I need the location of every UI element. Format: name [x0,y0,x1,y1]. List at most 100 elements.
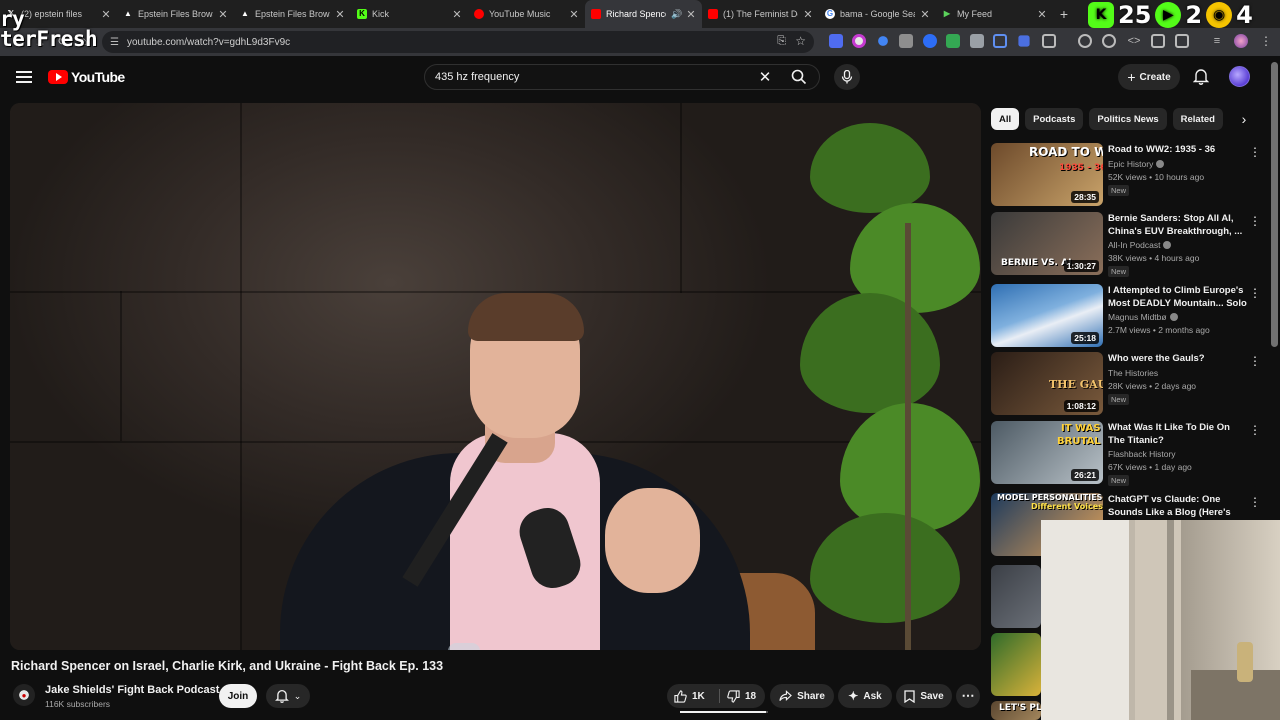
ask-button[interactable]: ✦ Ask [838,684,892,708]
dislike-button[interactable]: 18 [720,684,765,708]
site-info-icon[interactable]: ☰ [110,37,119,48]
video-thumbnail[interactable]: BERNIE VS. AI 1:30:27 [991,212,1103,275]
close-tab-icon[interactable]: ✕ [452,8,462,21]
clear-search-icon[interactable]: ✕ [751,68,779,86]
channel-name[interactable]: All-In Podcast [1108,240,1172,250]
video-title[interactable]: What Was It Like To Die On The Titanic? [1108,421,1248,447]
extension-icon[interactable] [852,34,866,48]
more-vertical-icon[interactable]: ⋮ [1249,214,1261,228]
profile-icon[interactable] [1102,34,1116,48]
browser-tab[interactable]: G bama - Google Sea ✕ [819,0,936,28]
url-bar[interactable]: ☰ youtube.com/watch?v=gdhL9d3Fv9c ⎘ ☆ [102,31,814,53]
video-thumbnail[interactable]: THE GAULS 1:08:12 [991,352,1103,415]
close-tab-icon[interactable]: ✕ [101,8,111,21]
extension-icon[interactable] [946,34,960,48]
more-vertical-icon[interactable]: ⋮ [1249,354,1261,368]
recommended-video[interactable]: THE GAULS 1:08:12 Who were the Gauls? Th… [991,352,1261,416]
recommended-video[interactable]: LET'S PL [991,701,1041,720]
close-tab-icon[interactable]: ✕ [686,8,696,21]
extension-icon[interactable] [899,34,913,48]
browser-tab[interactable]: K Kick ✕ [351,0,468,28]
install-app-icon[interactable]: ⎘ [777,35,786,48]
close-tab-icon[interactable]: ✕ [803,8,813,21]
voice-search-button[interactable] [834,64,860,90]
sidebar-icon[interactable] [1151,34,1165,48]
browser-tab[interactable]: (1) The Feminist Del ✕ [702,0,819,28]
extension-icon[interactable] [970,34,984,48]
chip-podcasts[interactable]: Podcasts [1025,108,1084,130]
browser-tab[interactable]: ▲ Epstein Files Browse ✕ [234,0,351,28]
history-icon[interactable] [1078,34,1092,48]
reading-list-icon[interactable]: ≡ [1210,34,1224,48]
bookmark-star-icon[interactable]: ☆ [795,34,806,48]
channel-name[interactable]: Magnus Midtbø [1108,312,1178,322]
browser-menu-icon[interactable]: ⋮ [1259,34,1273,48]
more-vertical-icon[interactable]: ⋮ [1249,495,1261,509]
audio-playing-icon[interactable]: 🔊 [671,9,682,20]
video-title[interactable]: I Attempted to Climb Europe's Most DEADL… [1108,284,1248,310]
browser-profile-avatar[interactable] [1234,34,1248,48]
video-thumbnail[interactable]: LET'S PL [991,701,1041,720]
video-title[interactable]: ChatGPT vs Claude: One Sounds Like a Blo… [1108,493,1248,520]
screenshot-icon[interactable] [1175,34,1189,48]
recommended-video[interactable]: ROAD TO WW2 1935 - 36 28:35 Road to WW2:… [991,143,1261,207]
browser-tab[interactable]: ▶ My Feed ✕ [936,0,1053,28]
chip-related[interactable]: Related [1172,108,1223,130]
extension-icon[interactable] [923,34,937,48]
close-tab-icon[interactable]: ✕ [218,8,228,21]
browser-tab[interactable]: ▲ Epstein Files Browse ✕ [117,0,234,28]
notifications-button[interactable] [1192,68,1210,90]
extension-icon[interactable] [1018,35,1030,47]
join-button[interactable]: Join [219,684,257,708]
recommended-video[interactable] [991,565,1041,629]
browser-tab[interactable]: YouTube Music ✕ [468,0,585,28]
close-tab-icon[interactable]: ✕ [335,8,345,21]
youtube-logo[interactable]: YouTube [48,69,125,85]
video-title[interactable]: Road to WW2: 1935 - 36 [1108,143,1248,156]
video-title[interactable]: Who were the Gauls? [1108,352,1248,365]
extensions-puzzle-icon[interactable] [1042,34,1056,48]
recommended-video[interactable]: 25:18 I Attempted to Climb Europe's Most… [991,284,1261,348]
browser-tab-active[interactable]: Richard Spence 🔊 ✕ [585,0,702,28]
channel-name[interactable]: The Histories [1108,368,1158,378]
more-vertical-icon[interactable]: ⋮ [1249,423,1261,437]
menu-icon[interactable] [16,71,32,83]
recommended-video[interactable]: BERNIE VS. AI 1:30:27 Bernie Sanders: St… [991,212,1261,277]
devtools-icon[interactable]: <> [1127,34,1141,48]
more-vertical-icon[interactable]: ⋮ [1249,286,1261,300]
channel-name[interactable]: Flashback History [1108,449,1176,459]
extension-icon[interactable] [829,34,843,48]
create-button[interactable]: + Create [1118,64,1180,90]
video-thumbnail[interactable]: 25:18 [991,284,1103,347]
video-player[interactable] [10,103,981,650]
extension-icon[interactable] [878,36,888,46]
more-vertical-icon[interactable]: ⋮ [1249,145,1261,159]
channel-avatar[interactable]: ● [13,684,35,706]
search-input[interactable]: 435 hz frequency [425,71,751,83]
user-avatar[interactable] [1229,66,1250,87]
close-tab-icon[interactable]: ✕ [569,8,579,21]
channel-name[interactable]: Epic History [1108,159,1165,169]
chip-politics-news[interactable]: Politics News [1089,108,1167,130]
save-button[interactable]: Save [896,684,952,708]
like-button[interactable]: 1K [667,684,719,708]
close-tab-icon[interactable]: ✕ [1037,8,1047,21]
video-thumbnail[interactable] [991,633,1041,696]
channel-name[interactable]: Jake Shields' Fight Back Podcast [45,684,219,696]
chips-next-button[interactable]: › [1236,111,1252,127]
video-title[interactable]: Bernie Sanders: Stop All AI, China's EUV… [1108,212,1248,238]
new-tab-button[interactable]: + [1053,0,1075,28]
share-button[interactable]: Share [770,684,834,708]
extension-icon[interactable] [993,34,1007,48]
chip-all[interactable]: All [991,108,1020,130]
recommended-video[interactable] [991,633,1041,697]
more-actions-button[interactable]: ⋯ [956,684,980,708]
video-thumbnail[interactable]: IT WAS BRUTAL 26:21 [991,421,1103,484]
search-button[interactable] [779,64,819,90]
recommended-video[interactable]: IT WAS BRUTAL 26:21 What Was It Like To … [991,421,1261,486]
sidebar-scrollbar[interactable] [1271,62,1278,347]
video-thumbnail[interactable]: ROAD TO WW2 1935 - 36 28:35 [991,143,1103,206]
subscription-notifications-button[interactable]: ⌄ [266,684,310,708]
close-tab-icon[interactable]: ✕ [920,8,930,21]
video-thumbnail[interactable] [991,565,1041,628]
